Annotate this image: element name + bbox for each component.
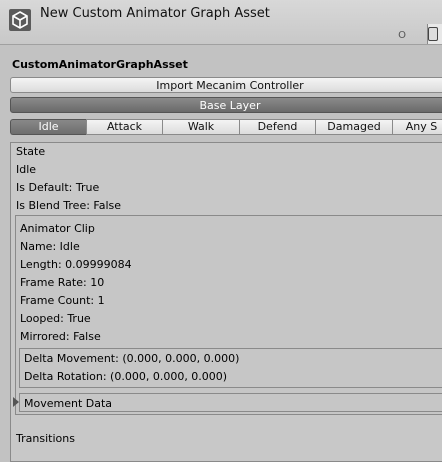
state-is-default: Is Default: True [16,181,100,194]
clip-frame-rate: Frame Rate: 10 [20,276,105,289]
clip-length: Length: 0.09999084 [20,258,132,271]
tab-defend[interactable]: Defend [239,119,315,135]
lock-icon[interactable] [428,27,438,41]
clip-header: Animator Clip [20,222,95,235]
tab-walk[interactable]: Walk [162,119,239,135]
import-mecanim-controller-button[interactable]: Import Mecanim Controller [10,77,442,93]
clip-frame-count: Frame Count: 1 [20,294,105,307]
tab-idle[interactable]: Idle [10,119,86,135]
delta-rotation: Delta Rotation: (0.000, 0.000, 0.000) [24,370,228,383]
tab-attack[interactable]: Attack [86,119,162,135]
window-title: New Custom Animator Graph Asset [40,6,270,21]
clip-looped: Looped: True [20,312,91,325]
clip-mirrored: Mirrored: False [20,330,101,343]
unity-logo-icon [9,9,31,31]
tab-any-state[interactable]: Any S [392,119,442,135]
transitions-label: Transitions [16,432,75,445]
state-is-blend-tree: Is Blend Tree: False [16,199,122,212]
state-header: State [16,145,46,158]
window-header: New Custom Animator Graph Asset O [0,0,442,45]
delta-movement: Delta Movement: (0.000, 0.000, 0.000) [24,352,240,365]
tab-damaged[interactable]: Damaged [315,119,392,135]
base-layer-button[interactable]: Base Layer [10,97,442,113]
open-indicator: O [398,30,406,41]
movement-data-label: Movement Data [24,397,113,410]
state-tabs: Idle Attack Walk Defend Damaged Any S [10,119,442,135]
clip-name: Name: Idle [20,240,80,253]
asset-name: CustomAnimatorGraphAsset [12,58,188,71]
state-name: Idle [16,163,37,176]
foldout-arrow-icon[interactable] [13,397,19,407]
